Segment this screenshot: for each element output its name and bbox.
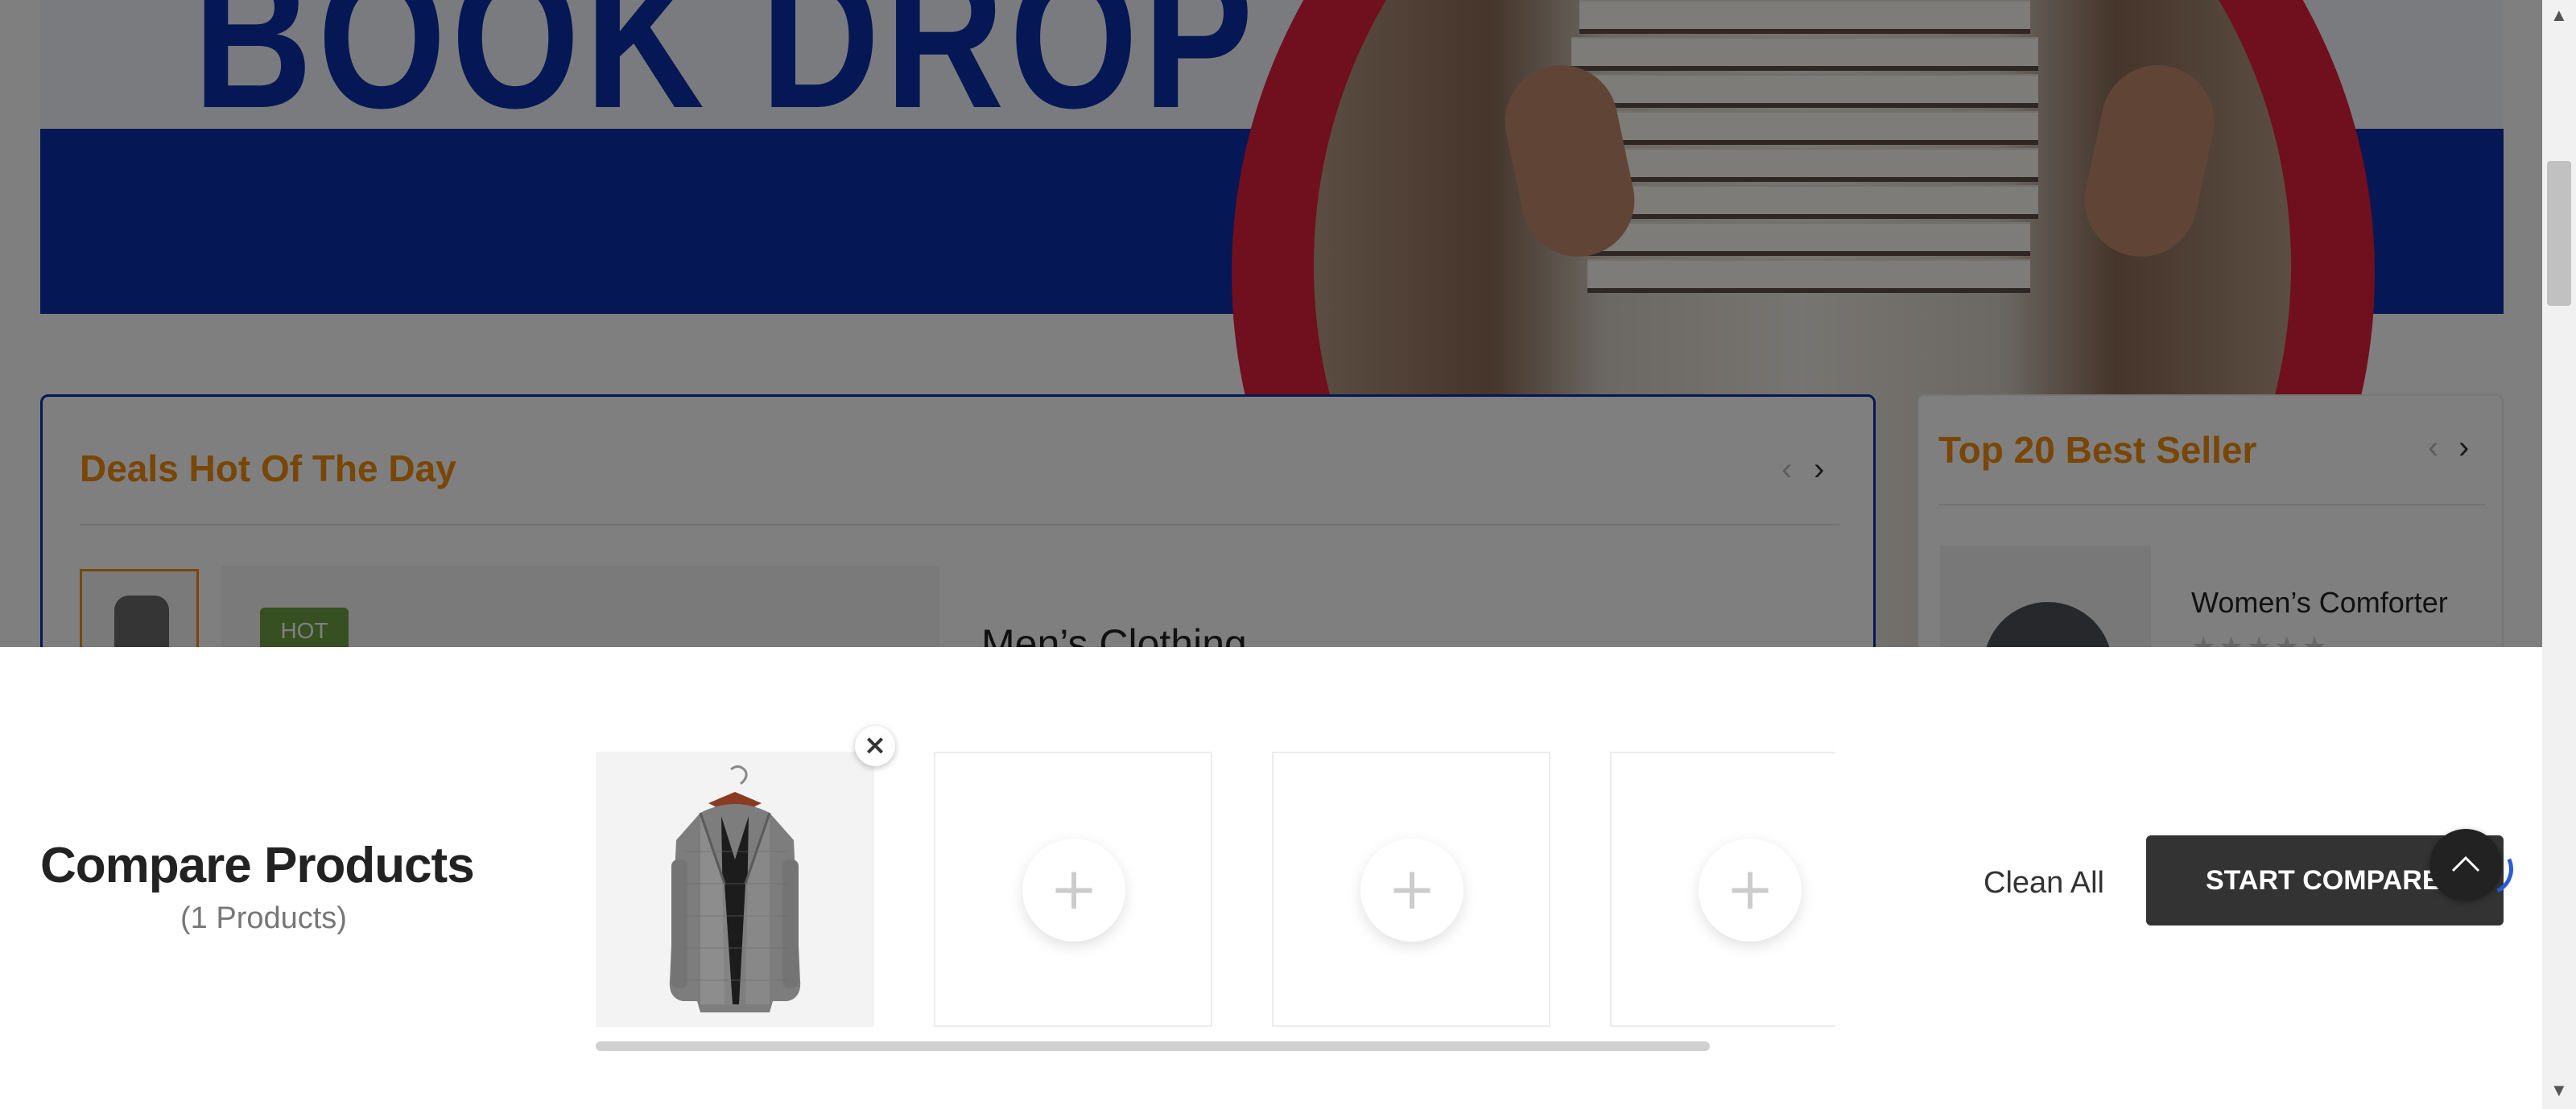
back-to-top-button[interactable]: [2429, 829, 2502, 901]
coat-product-image: [669, 765, 801, 1012]
add-product-plus-icon[interactable]: +: [1699, 839, 1802, 942]
compare-panel-title: Compare Products: [40, 838, 475, 893]
scroll-down-arrow-icon[interactable]: ▼: [2550, 1080, 2568, 1101]
compare-slot-2[interactable]: +: [934, 752, 1212, 1027]
compare-slot-3[interactable]: +: [1272, 752, 1550, 1027]
dim-overlay[interactable]: [0, 0, 2542, 647]
page-scrollbar[interactable]: ▲ ▼: [2542, 0, 2576, 1109]
compare-products-panel: Compare Products (1 Products) + + + × Cl…: [0, 647, 2542, 1109]
chevron-up-icon: [2451, 855, 2480, 872]
scroll-up-arrow-icon[interactable]: ▲: [2550, 5, 2568, 26]
compare-slot-4[interactable]: +: [1610, 752, 1835, 1027]
compare-product-count: (1 Products): [180, 901, 347, 935]
compare-slot-1[interactable]: [596, 752, 874, 1027]
scrollbar-thumb[interactable]: [2547, 161, 2571, 306]
slots-scroll-thumb[interactable]: [596, 1041, 1710, 1051]
add-product-plus-icon[interactable]: +: [1022, 839, 1125, 942]
add-product-plus-icon[interactable]: +: [1360, 839, 1463, 942]
remove-product-close-icon[interactable]: ×: [855, 726, 895, 766]
store-page-background: BOOK DROP Get up to 50% off on school bo…: [0, 0, 2542, 647]
clean-all-button[interactable]: Clean All: [1984, 866, 2104, 901]
compare-slots: + + +: [596, 747, 1835, 1061]
page: BOOK DROP Get up to 50% off on school bo…: [0, 0, 2576, 1109]
